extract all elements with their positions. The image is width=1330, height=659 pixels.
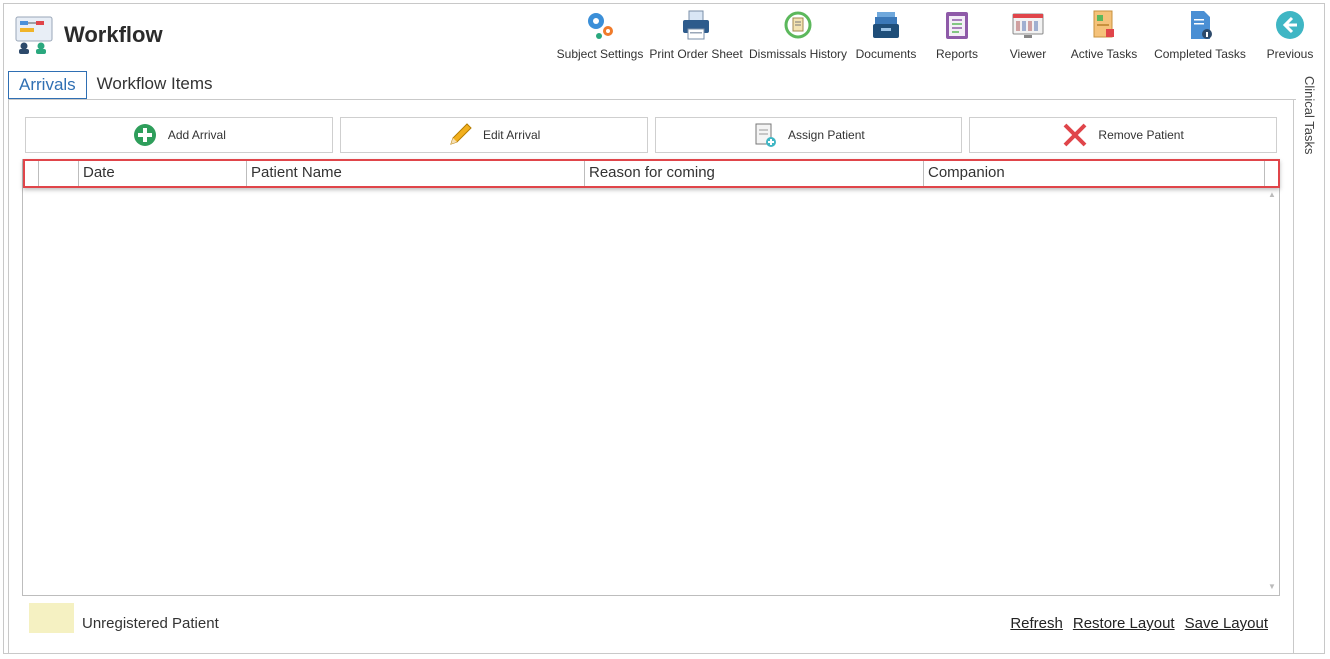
refresh-link[interactable]: Refresh <box>1010 615 1063 632</box>
grid-header: Date Patient Name Reason for coming Comp… <box>23 160 1265 187</box>
add-arrival-button[interactable]: Add Arrival <box>25 117 333 153</box>
assign-patient-button[interactable]: Assign Patient <box>654 117 963 153</box>
app-title: Workflow <box>64 22 163 47</box>
grid-vertical-scrollbar[interactable]: ▲ ▼ <box>1265 186 1279 595</box>
add-circle-icon <box>132 122 158 148</box>
action-bar: Add Arrival Edit Arrival Assign Patient … <box>25 117 1277 153</box>
pencil-icon <box>447 122 473 148</box>
remove-x-icon <box>1062 122 1088 148</box>
tab-strip: Arrivals Workflow Items <box>8 71 223 99</box>
header: Workflow Subject Settings Print Order Sh… <box>4 4 1324 70</box>
tab-arrivals[interactable]: Arrivals <box>8 71 87 99</box>
scroll-down-icon[interactable]: ▼ <box>1268 582 1276 591</box>
remove-patient-button[interactable]: Remove Patient <box>969 117 1277 153</box>
previous-button[interactable]: Previous <box>1256 6 1324 66</box>
viewer-button[interactable]: Viewer <box>992 6 1064 66</box>
completed-tasks-button[interactable]: Completed Tasks <box>1144 6 1256 66</box>
column-reason-header[interactable]: Reason for coming <box>585 160 924 186</box>
reports-button[interactable]: Reports <box>922 6 992 66</box>
active-tasks-icon <box>1087 8 1121 42</box>
clinical-tasks-label: Clinical Tasks <box>1302 76 1317 155</box>
remove-patient-label: Remove Patient <box>1098 128 1184 142</box>
subject-settings-button[interactable]: Subject Settings <box>554 6 646 66</box>
column-companion-header[interactable]: Companion <box>924 160 1265 186</box>
tab-workflow-items[interactable]: Workflow Items <box>87 71 223 99</box>
restore-layout-link[interactable]: Restore Layout <box>1073 615 1175 632</box>
column-date-header[interactable]: Date <box>79 160 247 186</box>
documents-button[interactable]: Documents <box>850 6 922 66</box>
completed-tasks-icon <box>1183 8 1217 42</box>
arrivals-grid: Date Patient Name Reason for coming Comp… <box>22 159 1280 596</box>
assign-patient-label: Assign Patient <box>788 128 865 142</box>
legend-swatch <box>29 603 74 633</box>
footer-links: Refresh Restore Layout Save Layout <box>1010 615 1268 632</box>
edit-arrival-label: Edit Arrival <box>482 128 541 142</box>
print-order-sheet-button[interactable]: Print Order Sheet <box>646 6 746 66</box>
workflow-window: Workflow Subject Settings Print Order Sh… <box>3 3 1325 654</box>
column-select-header[interactable] <box>39 160 79 186</box>
add-arrival-label: Add Arrival <box>167 128 226 142</box>
legend-label: Unregistered Patient <box>82 615 219 632</box>
back-arrow-icon <box>1273 8 1307 42</box>
clinical-tasks-side-tab[interactable]: Clinical Tasks <box>1296 70 1324 190</box>
viewer-icon <box>1011 8 1045 42</box>
column-indicator-header[interactable] <box>23 160 39 186</box>
gears-icon <box>583 8 617 42</box>
printer-icon <box>679 8 713 42</box>
history-icon <box>781 8 815 42</box>
scroll-up-icon[interactable]: ▲ <box>1268 190 1276 199</box>
dismissals-history-button[interactable]: Dismissals History <box>746 6 850 66</box>
edit-arrival-button[interactable]: Edit Arrival <box>339 117 648 153</box>
workflow-logo-icon <box>14 15 54 55</box>
active-tasks-button[interactable]: Active Tasks <box>1064 6 1144 66</box>
documents-tray-icon <box>869 8 903 42</box>
toolbar: Subject Settings Print Order Sheet Dismi… <box>554 6 1324 66</box>
assign-document-icon <box>752 122 778 148</box>
save-layout-link[interactable]: Save Layout <box>1185 615 1268 632</box>
clipboard-icon <box>940 8 974 42</box>
column-patient-name-header[interactable]: Patient Name <box>247 160 585 186</box>
